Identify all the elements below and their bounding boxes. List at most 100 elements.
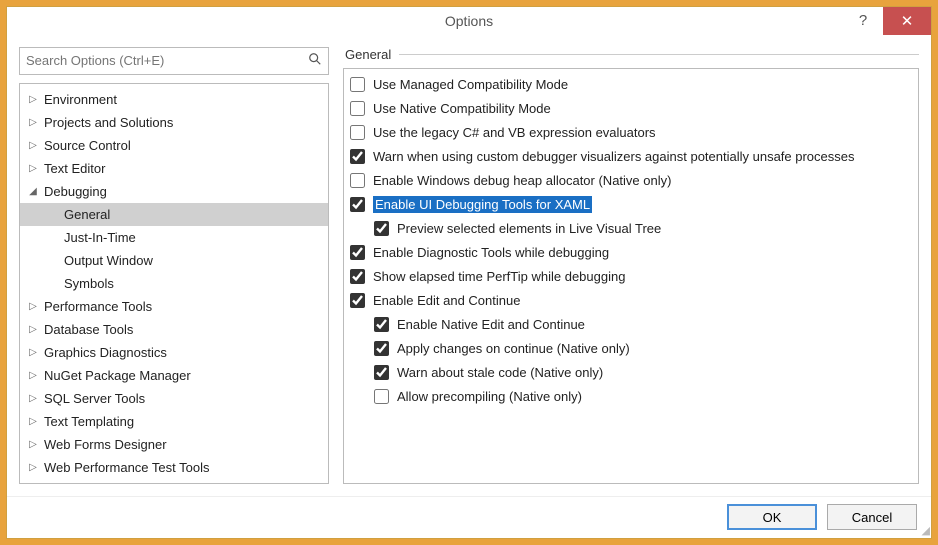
option-checkbox[interactable] [350,149,365,164]
chevron-right-icon[interactable]: ▷ [26,370,40,381]
search-icon [308,52,322,69]
chevron-right-icon[interactable]: ▷ [26,324,40,335]
tree-item-symbols[interactable]: Symbols [20,272,328,295]
tree-item-projects-and-solutions[interactable]: ▷Projects and Solutions [20,111,328,134]
option-label: Apply changes on continue (Native only) [397,341,630,356]
option-row: Enable Windows debug heap allocator (Nat… [344,169,918,193]
option-checkbox[interactable] [350,77,365,92]
option-label: Enable Windows debug heap allocator (Nat… [373,173,671,188]
chevron-right-icon[interactable]: ▷ [26,301,40,312]
ok-button[interactable]: OK [727,504,817,530]
option-row: Preview selected elements in Live Visual… [344,217,918,241]
tree-item-performance-tools[interactable]: ▷Performance Tools [20,295,328,318]
options-panel: Use Managed Compatibility Mode Use Native… [343,68,919,484]
tree-item-label: Source Control [40,138,131,153]
option-row: Show elapsed time PerfTip while debuggin… [344,265,918,289]
option-row: Enable UI Debugging Tools for XAML [344,193,918,217]
option-row: Apply changes on continue (Native only) [344,337,918,361]
search-input[interactable] [26,53,308,68]
tree-item-sql-server-tools[interactable]: ▷SQL Server Tools [20,387,328,410]
chevron-down-icon[interactable]: ◢ [26,186,40,197]
tree-item-label: Symbols [60,276,114,291]
option-checkbox[interactable] [374,221,389,236]
chevron-right-icon[interactable]: ▷ [26,462,40,473]
option-checkbox[interactable] [350,101,365,116]
tree-item-environment[interactable]: ▷Environment [20,88,328,111]
option-label: Warn when using custom debugger visualiz… [373,149,855,164]
options-list[interactable]: Use Managed Compatibility Mode Use Native… [344,69,918,483]
chevron-right-icon[interactable]: ▷ [26,140,40,151]
tree-item-label: Text Templating [40,414,134,429]
option-row: Use the legacy C# and VB expression eval… [344,121,918,145]
tree-item-label: Debugging [40,184,107,199]
option-label: Use the legacy C# and VB expression eval… [373,125,656,140]
option-label: Preview selected elements in Live Visual… [397,221,661,236]
option-row: Warn about stale code (Native only) [344,361,918,385]
option-row: Enable Native Edit and Continue [344,313,918,337]
option-label: Enable Native Edit and Continue [397,317,585,332]
chevron-right-icon[interactable]: ▷ [26,439,40,450]
options-dialog: Options ? ✕ ▷Environment▷Projects and So… [6,6,932,539]
section-header: General [343,47,919,62]
option-label: Warn about stale code (Native only) [397,365,603,380]
tree-item-just-in-time[interactable]: Just-In-Time [20,226,328,249]
option-checkbox[interactable] [374,341,389,356]
option-checkbox[interactable] [350,125,365,140]
chevron-right-icon[interactable]: ▷ [26,94,40,105]
tree-item-text-editor[interactable]: ▷Text Editor [20,157,328,180]
option-checkbox[interactable] [350,173,365,188]
tree-item-nuget-package-manager[interactable]: ▷NuGet Package Manager [20,364,328,387]
tree-item-web-forms-designer[interactable]: ▷Web Forms Designer [20,433,328,456]
option-checkbox[interactable] [374,365,389,380]
tree-item-label: Graphics Diagnostics [40,345,167,360]
tree-item-database-tools[interactable]: ▷Database Tools [20,318,328,341]
option-label: Enable Edit and Continue [373,293,520,308]
option-label: Use Native Compatibility Mode [373,101,551,116]
tree-item-label: SQL Server Tools [40,391,145,406]
option-checkbox[interactable] [374,317,389,332]
chevron-right-icon[interactable]: ▷ [26,347,40,358]
option-row: Use Managed Compatibility Mode [344,73,918,97]
chevron-right-icon[interactable]: ▷ [26,393,40,404]
dialog-footer: OK Cancel [7,496,931,538]
option-checkbox[interactable] [350,197,365,212]
search-box[interactable] [19,47,329,75]
option-checkbox[interactable] [374,389,389,404]
chevron-right-icon[interactable]: ▷ [26,117,40,128]
option-label: Enable UI Debugging Tools for XAML [373,196,592,213]
chevron-right-icon[interactable]: ▷ [26,416,40,427]
help-button[interactable]: ? [843,7,883,35]
option-row: Allow precompiling (Native only) [344,385,918,409]
option-row: Warn when using custom debugger visualiz… [344,145,918,169]
tree-item-text-templating[interactable]: ▷Text Templating [20,410,328,433]
tree-item-graphics-diagnostics[interactable]: ▷Graphics Diagnostics [20,341,328,364]
tree-item-general[interactable]: General [20,203,328,226]
titlebar: Options ? ✕ [7,7,931,35]
option-checkbox[interactable] [350,245,365,260]
tree-item-label: NuGet Package Manager [40,368,191,383]
close-button[interactable]: ✕ [883,7,931,35]
tree-item-label: General [60,207,110,222]
option-row: Enable Edit and Continue [344,289,918,313]
option-checkbox[interactable] [350,269,365,284]
tree-item-source-control[interactable]: ▷Source Control [20,134,328,157]
tree-item-label: Output Window [60,253,153,268]
option-row: Enable Diagnostic Tools while debugging [344,241,918,265]
tree-item-label: Web Performance Test Tools [40,460,209,475]
category-tree[interactable]: ▷Environment▷Projects and Solutions▷Sour… [19,83,329,484]
tree-item-label: Projects and Solutions [40,115,173,130]
chevron-right-icon[interactable]: ▷ [26,163,40,174]
tree-item-label: Performance Tools [40,299,152,314]
window-title: Options [445,13,493,29]
option-label: Show elapsed time PerfTip while debuggin… [373,269,625,284]
option-label: Allow precompiling (Native only) [397,389,582,404]
tree-item-label: Database Tools [40,322,133,337]
tree-item-label: Text Editor [40,161,105,176]
cancel-button[interactable]: Cancel [827,504,917,530]
tree-item-debugging[interactable]: ◢Debugging [20,180,328,203]
option-checkbox[interactable] [350,293,365,308]
tree-item-output-window[interactable]: Output Window [20,249,328,272]
tree-item-label: Environment [40,92,117,107]
section-title: General [345,47,391,62]
tree-item-web-performance-test-tools[interactable]: ▷Web Performance Test Tools [20,456,328,479]
